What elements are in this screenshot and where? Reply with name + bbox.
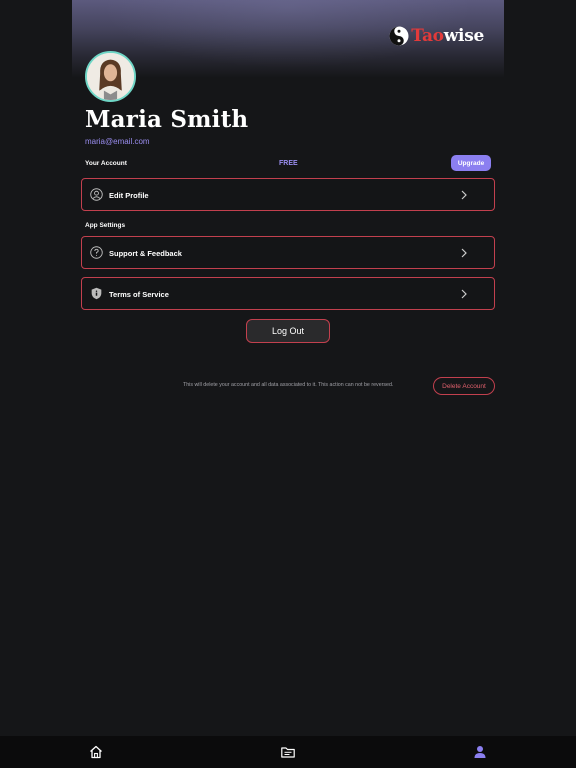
account-row: Your Account FREE Upgrade [85,155,491,171]
folder-icon [281,747,295,758]
profile-email: maria@email.com [85,137,150,146]
nav-files[interactable] [280,744,296,760]
shield-icon [91,287,102,300]
upgrade-button[interactable]: Upgrade [451,155,491,171]
nav-home[interactable] [88,744,104,760]
delete-account-button[interactable]: Delete Account [433,377,495,395]
logo-text-part1: Tao [411,26,444,46]
profile-name: Maria Smith [85,106,249,133]
support-feedback-label: Support & Feedback [109,249,182,258]
logo-text-part2: wise [443,26,485,46]
home-icon [90,745,102,759]
account-label: Your Account [85,160,127,167]
terms-of-service-item[interactable]: Terms of Service [81,277,495,310]
support-feedback-item[interactable]: Support & Feedback [81,236,495,269]
yin-yang-icon [389,26,409,46]
logo-text: Taowise [411,26,484,46]
edit-profile-label: Edit Profile [109,191,149,200]
nav-profile[interactable] [472,744,488,760]
person-icon [474,746,486,758]
bottom-nav [0,736,576,768]
avatar[interactable] [85,51,136,102]
question-circle-icon [90,246,103,259]
app-logo: Taowise [389,26,484,46]
logout-button[interactable]: Log Out [246,319,330,343]
plan-badge: FREE [279,160,298,167]
delete-warning-text: This will delete your account and all da… [183,382,394,388]
chevron-right-icon [461,190,467,200]
chevron-right-icon [461,289,467,299]
profile-screen: Taowise Maria Smith maria@email.com Your… [72,0,504,736]
user-circle-icon [90,188,103,201]
avatar-image [87,53,134,100]
chevron-right-icon [461,248,467,258]
terms-of-service-label: Terms of Service [109,290,169,299]
edit-profile-item[interactable]: Edit Profile [81,178,495,211]
app-settings-heading: App Settings [85,222,126,229]
